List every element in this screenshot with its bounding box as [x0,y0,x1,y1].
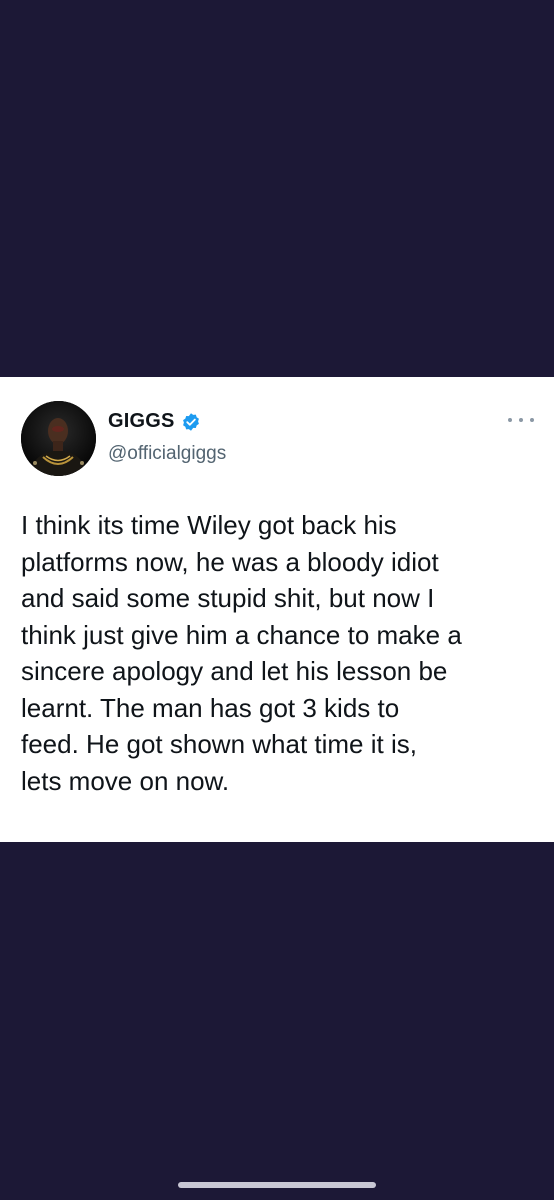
avatar-image [21,401,96,476]
dot [508,418,512,422]
dot [530,418,534,422]
user-handle[interactable]: @officialgiggs [108,443,226,465]
tweet-card[interactable]: GIGGS @officialgiggs I think its time Wi… [0,377,554,842]
tweet-text: I think its time Wiley got back his plat… [21,510,462,796]
display-name-row: GIGGS [108,410,201,433]
verified-badge-icon [181,412,201,432]
dot [519,418,523,422]
display-name[interactable]: GIGGS [108,410,175,433]
screenshot-screen: GIGGS @officialgiggs I think its time Wi… [0,0,554,1200]
more-options-icon[interactable] [508,413,534,427]
avatar[interactable] [21,401,96,476]
home-indicator[interactable] [178,1182,376,1188]
